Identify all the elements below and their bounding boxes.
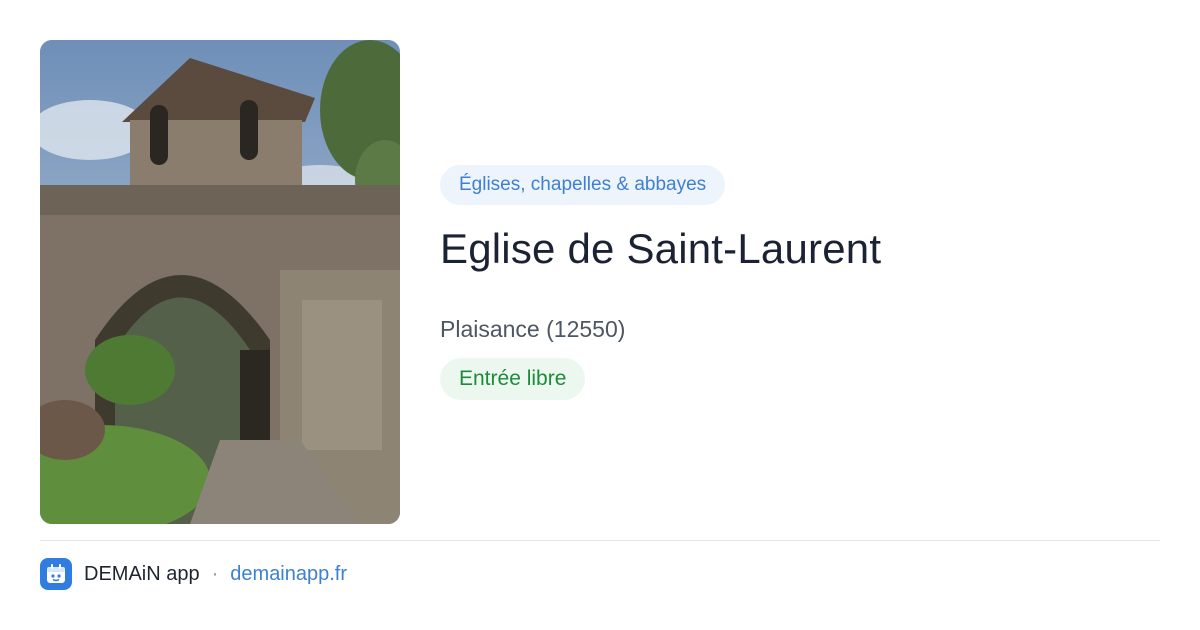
- category-chip[interactable]: Églises, chapelles & abbayes: [440, 165, 726, 205]
- place-title: Eglise de Saint-Laurent: [440, 225, 882, 272]
- status-badge: Entrée libre: [440, 358, 586, 400]
- place-location: Plaisance (12550): [440, 316, 626, 342]
- place-info: Églises, chapelles & abbayes Eglise de S…: [440, 165, 1160, 400]
- app-name: DEMAiN app: [84, 562, 200, 585]
- domain-link[interactable]: demainapp.fr: [230, 563, 347, 586]
- demain-app-icon: [40, 558, 72, 590]
- footer-separator: ·: [211, 562, 219, 585]
- church-photo: [40, 40, 400, 524]
- footer-divider: [40, 540, 1160, 541]
- footer: DEMAiN app · demainapp.fr: [40, 558, 347, 590]
